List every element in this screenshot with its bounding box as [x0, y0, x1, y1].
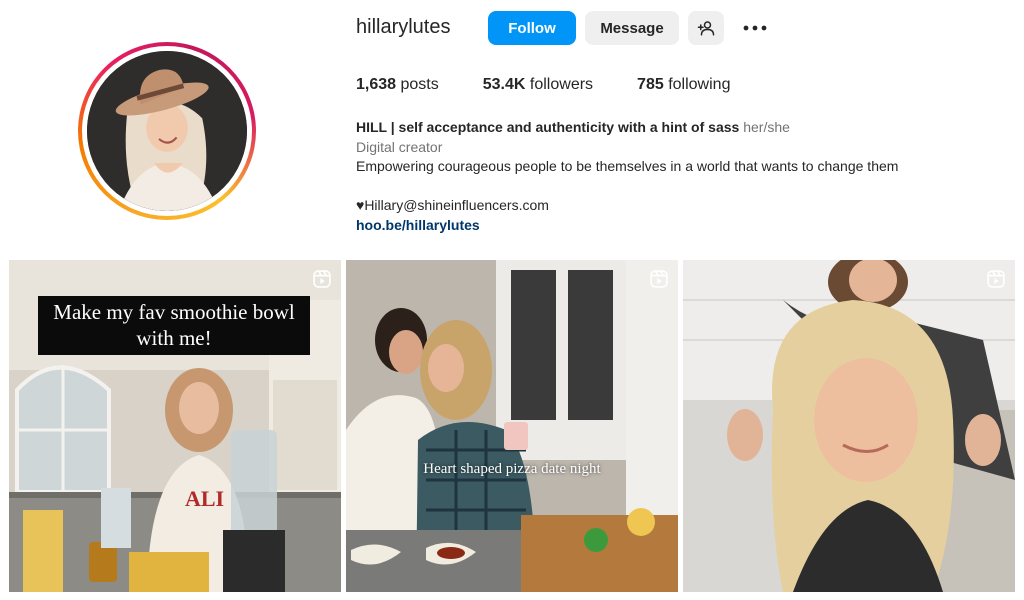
- post-caption: Heart shaped pizza date night: [423, 461, 601, 477]
- avatar-photo: [87, 51, 247, 211]
- post-thumbnail: [683, 260, 1015, 592]
- more-options-icon: [743, 25, 767, 31]
- followers-stat[interactable]: 53.4K followers: [483, 76, 593, 94]
- follow-button[interactable]: Follow: [488, 11, 576, 45]
- more-options-button[interactable]: [740, 14, 770, 42]
- bio-description: Empowering courageous people to be thems…: [356, 158, 899, 174]
- bio-name: HILL | self acceptance and authenticity …: [356, 119, 740, 135]
- bio-category: Digital creator: [356, 138, 443, 155]
- profile-bio: HILL | self acceptance and authenticity …: [356, 118, 996, 235]
- profile-username: hillarylutes: [356, 16, 451, 38]
- following-stat[interactable]: 785 following: [637, 76, 730, 94]
- following-count: 785: [637, 76, 664, 93]
- post-tile[interactable]: ALI Make my fav smoothie bowl with me!: [9, 260, 341, 592]
- followers-label: followers: [529, 76, 594, 93]
- reel-icon: [986, 269, 1006, 289]
- bio-pronouns: her/she: [743, 119, 790, 135]
- followers-count: 53.4K: [482, 76, 526, 93]
- add-user-icon: [697, 19, 715, 37]
- avatar-gap: [82, 46, 252, 216]
- profile-stats: 1,638 posts 53.4K followers 785 followin…: [356, 76, 774, 94]
- posts-label: posts: [400, 76, 439, 93]
- profile-avatar-ring[interactable]: [78, 42, 256, 220]
- bio-name-line: HILL | self acceptance and authenticity …: [356, 118, 996, 138]
- following-label: following: [668, 76, 731, 93]
- reel-icon: [649, 269, 669, 289]
- svg-text:ALI: ALI: [185, 486, 224, 511]
- post-caption: Make my fav smoothie bowl with me!: [38, 296, 310, 355]
- post-thumbnail: [346, 260, 678, 592]
- posts-count: 1,638: [356, 76, 397, 93]
- avatar[interactable]: [87, 51, 247, 211]
- message-button[interactable]: Message: [585, 11, 679, 45]
- bio-spacer: [356, 177, 996, 197]
- bio-contact: ♥Hillary@shineinfluencers.com: [356, 197, 549, 213]
- posts-stat: 1,638 posts: [356, 76, 439, 94]
- suggest-accounts-button[interactable]: [688, 11, 724, 45]
- post-tile[interactable]: [683, 260, 1015, 592]
- post-tile[interactable]: Heart shaped pizza date night: [346, 260, 678, 592]
- bio-link[interactable]: hoo.be/hillarylutes: [356, 216, 996, 236]
- reel-icon: [312, 269, 332, 289]
